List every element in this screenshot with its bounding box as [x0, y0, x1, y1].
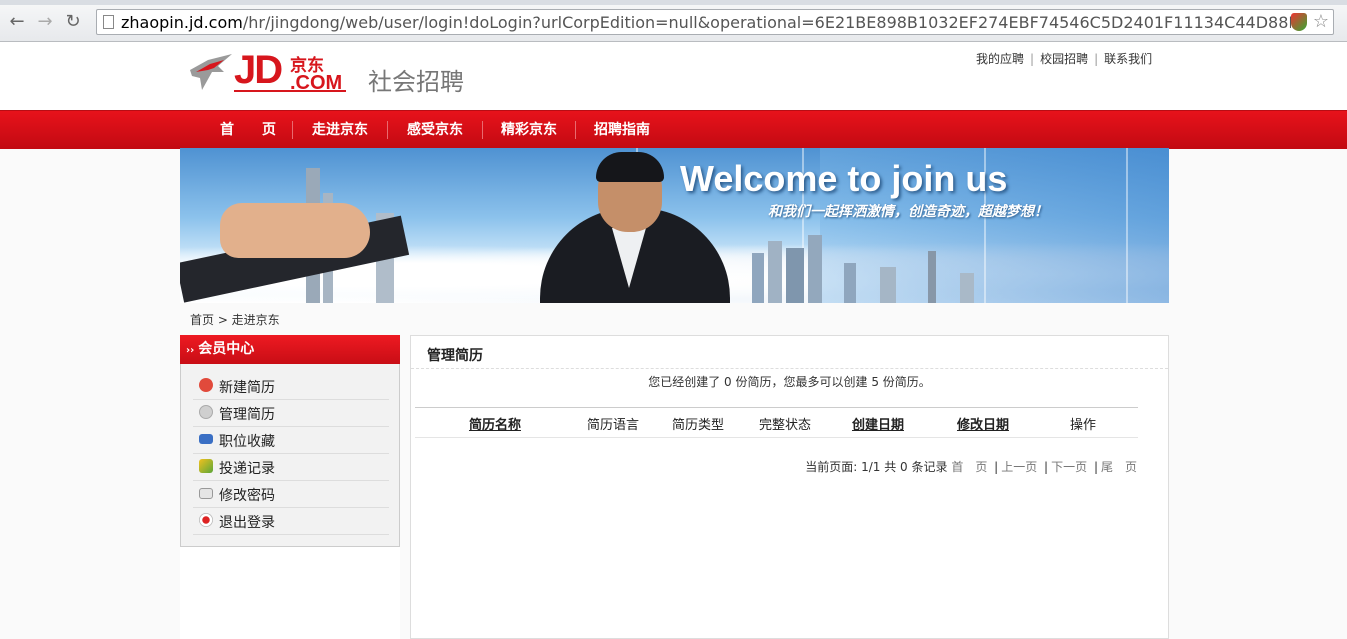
column-resume-type: 简历类型 — [671, 418, 724, 433]
logo-underline — [234, 90, 346, 92]
banner-building — [928, 251, 936, 303]
logo-jd-text: JD — [234, 48, 283, 92]
banner-headline: Welcome to join us — [680, 158, 1008, 199]
pagination: 当前页面: 1/1 共 0 条记录 首 页 | 上一页 | 下一页 | 尾 页 — [805, 458, 1137, 475]
column-completeness: 完整状态 — [758, 418, 811, 433]
resume-panel: 管理简历 您已经创建了 0 份简历，您最多可以创建 5 份简历。 简历名称 简历… — [410, 335, 1169, 639]
page-icon — [103, 15, 114, 29]
pager-prev[interactable]: 上一页 — [1001, 460, 1037, 474]
sidebar-title: 会员中心 — [198, 341, 255, 357]
sidebar-item-new-resume[interactable]: 新建简历 — [193, 373, 389, 400]
logout-icon — [199, 513, 213, 527]
link-campus-recruitment[interactable]: 校园招聘 — [1040, 52, 1088, 66]
sidebar-item-manage-resume[interactable]: 管理简历 — [193, 400, 389, 427]
sidebar-item-favorites[interactable]: 职位收藏 — [193, 427, 389, 454]
banner-man-hair — [596, 152, 664, 182]
link-contact-us[interactable]: 联系我们 — [1104, 52, 1152, 66]
sidebar-item-label: 退出登录 — [219, 515, 275, 531]
link-separator: | — [1030, 52, 1035, 66]
sidebar-menu: 新建简历 管理简历 职位收藏 投递记录 修改密码 退出登录 — [180, 364, 400, 547]
site-subtitle: 社会招聘 — [368, 68, 464, 96]
banner-building — [752, 253, 764, 303]
nav-item-home[interactable]: 首 页 — [204, 111, 292, 149]
banner-glass-line — [1126, 148, 1128, 303]
resume-table-header: 简历名称 简历语言 简历类型 完整状态 创建日期 修改日期 操作 — [415, 407, 1138, 438]
pager-separator: | — [1093, 460, 1098, 474]
panel-title: 管理简历 — [427, 348, 483, 364]
nav-item-about[interactable]: 走进京东 — [293, 111, 387, 149]
welcome-banner: Welcome to join us 和我们一起挥洒激情，创造奇迹，超越梦想！ — [180, 148, 1169, 303]
sidebar-item-logout[interactable]: 退出登录 — [193, 508, 389, 535]
resume-count-notice: 您已经创建了 0 份简历，您最多可以创建 5 份简历。 — [648, 375, 931, 389]
member-sidebar: ›› 会员中心 新建简历 管理简历 职位收藏 投递记录 修改密码 退出登录 — [180, 335, 400, 639]
pager-info: 当前页面: 1/1 共 0 条记录 — [805, 460, 948, 474]
main-nav: 首 页 走进京东 感受京东 精彩京东 招聘指南 — [0, 110, 1347, 149]
pager-first[interactable]: 首 页 — [951, 460, 987, 474]
sidebar-item-label: 新建简历 — [219, 380, 275, 396]
column-created-date[interactable]: 创建日期 — [845, 414, 911, 433]
banner-building — [786, 248, 804, 303]
sidebar-header: ›› 会员中心 — [180, 335, 400, 364]
pager-last[interactable]: 尾 页 — [1101, 460, 1137, 474]
breadcrumb[interactable]: 首页 > 走进京东 — [190, 311, 280, 328]
link-separator: | — [1094, 52, 1099, 66]
nav-item-experience[interactable]: 感受京东 — [388, 111, 482, 149]
shield-extension-icon[interactable] — [1291, 13, 1307, 31]
jd-dog-logo-icon — [190, 54, 232, 90]
pager-separator: | — [1044, 460, 1049, 474]
card-icon — [199, 434, 213, 444]
banner-building — [960, 273, 974, 303]
banner-handshake — [220, 203, 370, 258]
sidebar-item-label: 投递记录 — [219, 461, 275, 477]
column-actions: 操作 — [1069, 418, 1096, 433]
url-text[interactable]: zhaopin.jd.com/hr/jingdong/web/user/logi… — [121, 13, 1291, 32]
sidebar-item-label: 职位收藏 — [219, 434, 275, 450]
banner-building — [880, 267, 896, 303]
banner-tagline: 和我们一起挥洒激情，创造奇迹，超越梦想！ — [768, 204, 1048, 220]
back-arrow-icon[interactable]: ← — [6, 11, 28, 33]
site-header: JD 京东 .COM 社会招聘 我的应聘 | 校园招聘 | 联系我们 — [0, 42, 1347, 110]
address-bar[interactable]: zhaopin.jd.com/hr/jingdong/web/user/logi… — [96, 9, 1334, 35]
pager-next[interactable]: 下一页 — [1051, 460, 1087, 474]
sidebar-item-change-password[interactable]: 修改密码 — [193, 481, 389, 508]
bookmark-star-icon[interactable]: ☆ — [1313, 11, 1329, 32]
mail-edit-icon — [199, 488, 213, 499]
gear-icon — [199, 405, 213, 419]
pager-separator: | — [994, 460, 999, 474]
column-resume-language: 简历语言 — [586, 418, 639, 433]
column-resume-name[interactable]: 简历名称 — [453, 414, 537, 433]
banner-building — [768, 241, 782, 303]
browser-toolbar: ← → ↻ zhaopin.jd.com/hr/jingdong/web/use… — [0, 5, 1347, 42]
link-my-applications[interactable]: 我的应聘 — [976, 52, 1024, 66]
nav-item-guide[interactable]: 招聘指南 — [576, 111, 668, 149]
column-modified-date[interactable]: 修改日期 — [950, 414, 1016, 433]
banner-building — [808, 235, 822, 303]
new-resume-icon — [199, 378, 213, 392]
reload-icon[interactable]: ↻ — [62, 11, 84, 33]
nav-item-highlights[interactable]: 精彩京东 — [483, 111, 575, 149]
top-links: 我的应聘 | 校园招聘 | 联系我们 — [976, 50, 1152, 67]
envelope-icon — [199, 459, 213, 473]
panel-title-divider — [411, 368, 1168, 369]
forward-arrow-icon[interactable]: → — [34, 11, 56, 33]
sidebar-item-label: 修改密码 — [219, 488, 275, 504]
double-chevron-icon: ›› — [186, 345, 195, 356]
sidebar-item-applications[interactable]: 投递记录 — [193, 454, 389, 481]
banner-building — [844, 263, 856, 303]
sidebar-item-label: 管理简历 — [219, 407, 275, 423]
